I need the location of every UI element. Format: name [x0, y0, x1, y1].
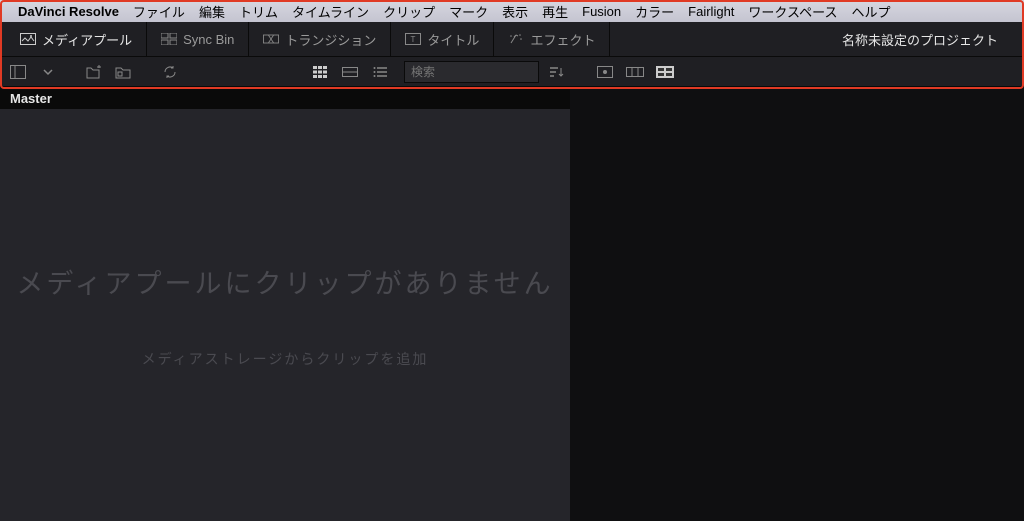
media-pool-icon	[20, 32, 36, 46]
tab-label: Sync Bin	[183, 32, 234, 47]
view-option-b-icon[interactable]	[623, 61, 647, 83]
view-option-c-icon[interactable]	[653, 61, 677, 83]
empty-state-subtitle: メディアストレージからクリップを追加	[142, 349, 429, 369]
media-pool-toolbar	[0, 57, 1024, 87]
chevron-down-icon[interactable]	[36, 61, 60, 83]
tab-label: タイトル	[427, 30, 479, 49]
import-folder-icon[interactable]	[112, 61, 136, 83]
tab-media-pool[interactable]: メディアプール	[6, 22, 147, 56]
view-option-a-icon[interactable]	[593, 61, 617, 83]
search-input[interactable]	[404, 61, 539, 83]
refresh-icon[interactable]	[158, 61, 182, 83]
menu-workspace[interactable]: ワークスペース	[748, 2, 837, 21]
import-media-icon[interactable]	[82, 61, 106, 83]
thumbnail-view-icon[interactable]	[308, 61, 332, 83]
media-pool-drop-area[interactable]: メディアプールにクリップがありません メディアストレージからクリップを追加	[0, 109, 570, 521]
menu-playback[interactable]: 再生	[542, 2, 568, 21]
transition-icon	[263, 32, 279, 46]
tab-transitions[interactable]: トランジション	[249, 22, 391, 56]
menu-color[interactable]: カラー	[635, 2, 674, 21]
bin-list-toggle-icon[interactable]	[6, 61, 30, 83]
panel-tab-bar: メディアプール Sync Bin トランジション T タイトル エフェクト 名称…	[0, 22, 1024, 57]
effect-icon	[508, 32, 524, 46]
viewer-panel	[570, 87, 1024, 521]
menu-edit[interactable]: 編集	[199, 2, 225, 21]
tab-effects[interactable]: エフェクト	[494, 22, 610, 56]
tab-label: メディアプール	[42, 30, 132, 49]
tab-sync-bin[interactable]: Sync Bin	[147, 22, 249, 56]
tab-titles[interactable]: T タイトル	[391, 22, 494, 56]
list-view-icon[interactable]	[368, 61, 392, 83]
empty-state-title: メディアプールにクリップがありません	[16, 262, 553, 301]
menu-fairlight[interactable]: Fairlight	[688, 4, 734, 19]
sort-icon[interactable]	[545, 61, 569, 83]
menu-help[interactable]: ヘルプ	[851, 2, 890, 21]
menu-clip[interactable]: クリップ	[383, 2, 435, 21]
media-pool-panel: Master メディアプールにクリップがありません メディアストレージからクリッ…	[0, 87, 570, 521]
strip-view-icon[interactable]	[338, 61, 362, 83]
menu-timeline[interactable]: タイムライン	[292, 2, 369, 21]
sync-bin-icon	[161, 32, 177, 46]
menu-fusion[interactable]: Fusion	[582, 4, 621, 19]
bin-path-label[interactable]: Master	[0, 87, 570, 109]
svg-text:T: T	[411, 35, 416, 44]
menu-file[interactable]: ファイル	[133, 2, 185, 21]
menu-trim[interactable]: トリム	[239, 2, 278, 21]
menu-view[interactable]: 表示	[502, 2, 528, 21]
project-name-label: 名称未設定のプロジェクト	[842, 30, 1018, 49]
tab-label: エフェクト	[530, 30, 595, 49]
macos-menubar: DaVinci Resolve ファイル 編集 トリム タイムライン クリップ …	[0, 0, 1024, 22]
menu-mark[interactable]: マーク	[449, 2, 488, 21]
tab-label: トランジション	[285, 30, 376, 49]
app-menu[interactable]: DaVinci Resolve	[18, 4, 119, 19]
content-area: Master メディアプールにクリップがありません メディアストレージからクリッ…	[0, 87, 1024, 521]
title-icon: T	[405, 32, 421, 46]
